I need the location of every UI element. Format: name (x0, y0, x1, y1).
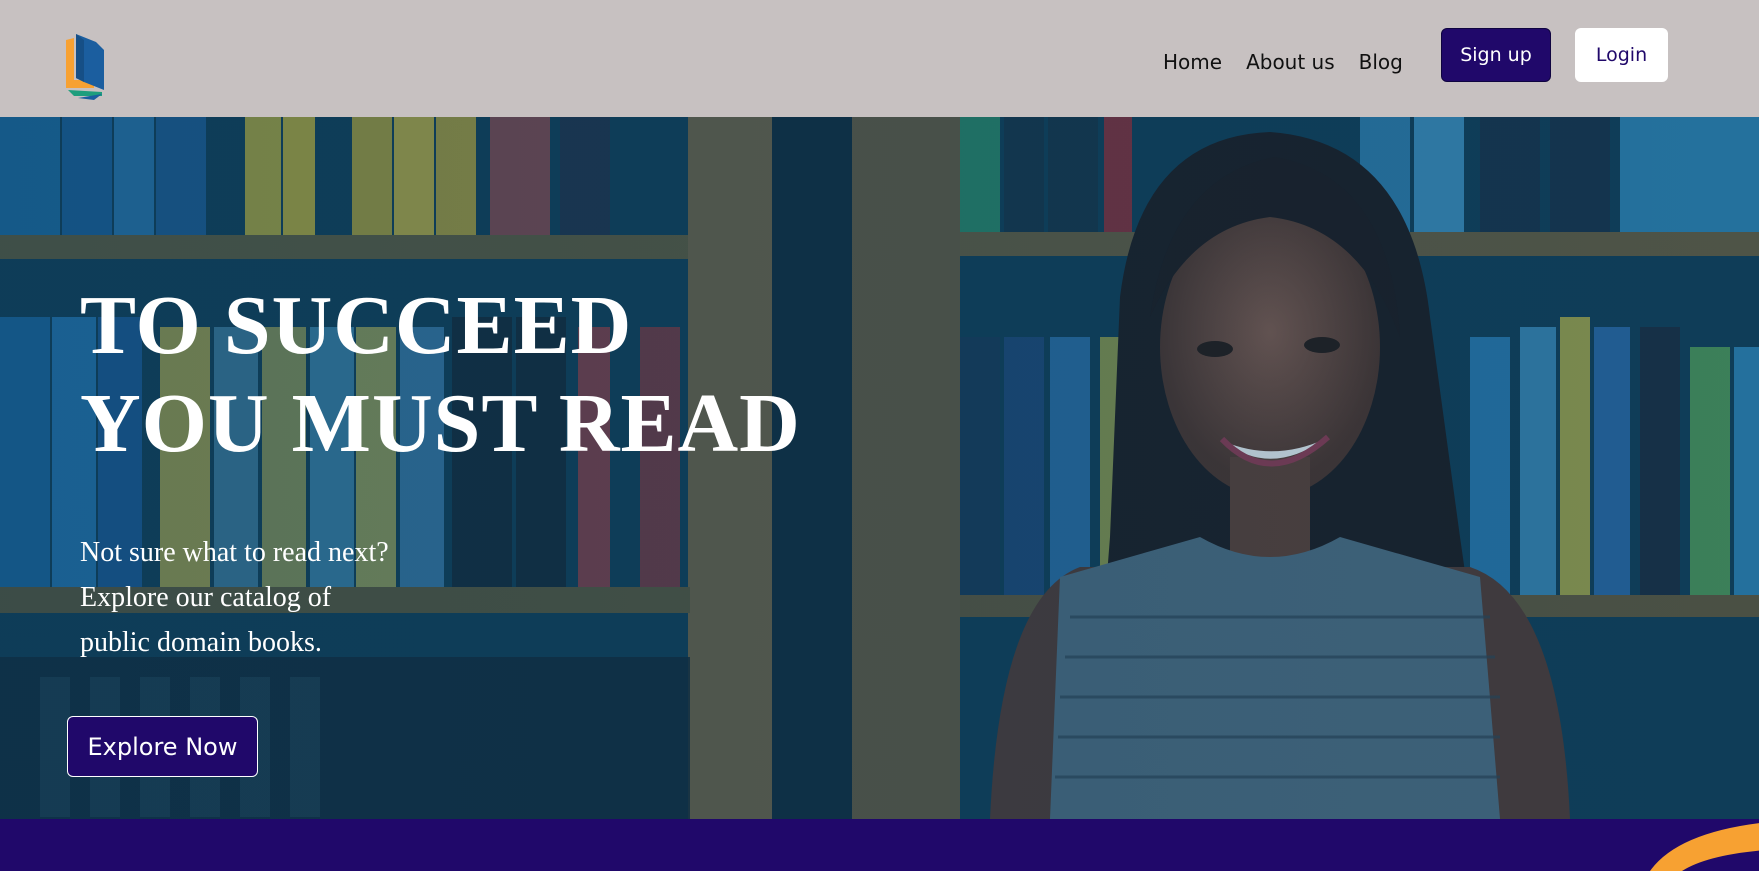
explore-now-button[interactable]: Explore Now (67, 716, 258, 777)
hero-subtitle-line-3: public domain books. (80, 627, 322, 658)
bottom-band (0, 819, 1759, 871)
nav-blog-link[interactable]: Blog (1359, 48, 1403, 76)
hero-subtitle-line-2: Explore our catalog of (80, 582, 332, 613)
hero-section: TO SUCCEED YOU MUST READ Not sure what t… (0, 117, 1759, 819)
nav-about-link[interactable]: About us (1246, 48, 1335, 76)
hero-title-line-2: YOU MUST READ (80, 377, 801, 470)
orange-arc-decoration (1650, 823, 1759, 871)
nav-home-link[interactable]: Home (1163, 48, 1222, 76)
hero-title-line-1: TO SUCCEED (80, 279, 633, 372)
signup-button[interactable]: Sign up (1441, 28, 1551, 82)
hero-subtitle: Not sure what to read next? Explore our … (80, 530, 500, 665)
hero-subtitle-line-1: Not sure what to read next? (80, 537, 389, 568)
book-logo-icon[interactable] (64, 32, 106, 102)
main-nav: Home About us Blog (1163, 48, 1427, 76)
login-button[interactable]: Login (1575, 28, 1668, 82)
hero-title: TO SUCCEED YOU MUST READ (80, 277, 980, 473)
site-header: Home About us Blog Sign up Login (0, 0, 1759, 117)
